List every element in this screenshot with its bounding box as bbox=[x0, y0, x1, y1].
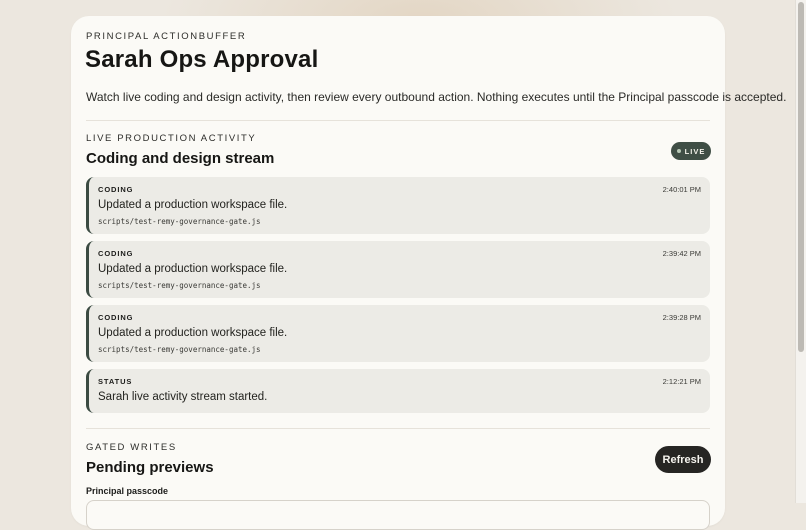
gated-eyebrow: GATED WRITES bbox=[86, 442, 177, 453]
live-dot-icon bbox=[676, 149, 681, 153]
activity-entry: CODING 2:40:01 PM Updated a production w… bbox=[86, 177, 710, 234]
entry-message: Updated a production workspace file. bbox=[98, 199, 288, 211]
entry-time: 2:12:21 PM bbox=[662, 377, 701, 386]
entry-time: 2:40:01 PM bbox=[662, 185, 701, 194]
activity-entry: CODING 2:39:42 PM Updated a production w… bbox=[86, 241, 710, 298]
page-subtitle: Watch live coding and design activity, t… bbox=[86, 90, 787, 104]
approval-card: PRINCIPAL ACTIONBUFFER Sarah Ops Approva… bbox=[71, 16, 787, 530]
header-eyebrow: PRINCIPAL ACTIONBUFFER bbox=[86, 31, 247, 42]
scrollbar-thumb[interactable] bbox=[798, 2, 804, 352]
activity-eyebrow: LIVE PRODUCTION ACTIVITY bbox=[86, 133, 257, 144]
entry-message: Updated a production workspace file. bbox=[98, 263, 288, 275]
passcode-label: Principal passcode bbox=[86, 486, 169, 496]
entry-file: scripts/test-remy-governance-gate.js bbox=[98, 281, 261, 290]
entry-kind: CODING bbox=[98, 185, 134, 194]
entry-kind: STATUS bbox=[98, 377, 133, 386]
entry-kind: CODING bbox=[98, 249, 134, 258]
page-title: Sarah Ops Approval bbox=[85, 46, 319, 73]
activity-entry: STATUS 2:12:21 PM Sarah live activity st… bbox=[86, 369, 710, 413]
entry-message: Sarah live activity stream started. bbox=[98, 391, 268, 403]
entry-message: Updated a production workspace file. bbox=[98, 327, 288, 339]
entry-time: 2:39:42 PM bbox=[662, 249, 701, 258]
gated-title: Pending previews bbox=[86, 459, 214, 476]
entry-file: scripts/test-remy-governance-gate.js bbox=[98, 217, 261, 226]
divider bbox=[86, 120, 710, 121]
refresh-button[interactable]: Refresh bbox=[655, 446, 711, 473]
entry-kind: CODING bbox=[98, 313, 134, 322]
divider bbox=[86, 428, 710, 429]
page-scrollbar[interactable] bbox=[795, 0, 806, 503]
passcode-input[interactable] bbox=[86, 500, 710, 530]
entry-file: scripts/test-remy-governance-gate.js bbox=[98, 345, 261, 354]
activity-entry: CODING 2:39:28 PM Updated a production w… bbox=[86, 305, 710, 362]
activity-title: Coding and design stream bbox=[86, 150, 275, 167]
entry-time: 2:39:28 PM bbox=[662, 313, 701, 322]
live-badge: LIVE bbox=[671, 142, 711, 160]
live-badge-label: LIVE bbox=[684, 146, 706, 156]
